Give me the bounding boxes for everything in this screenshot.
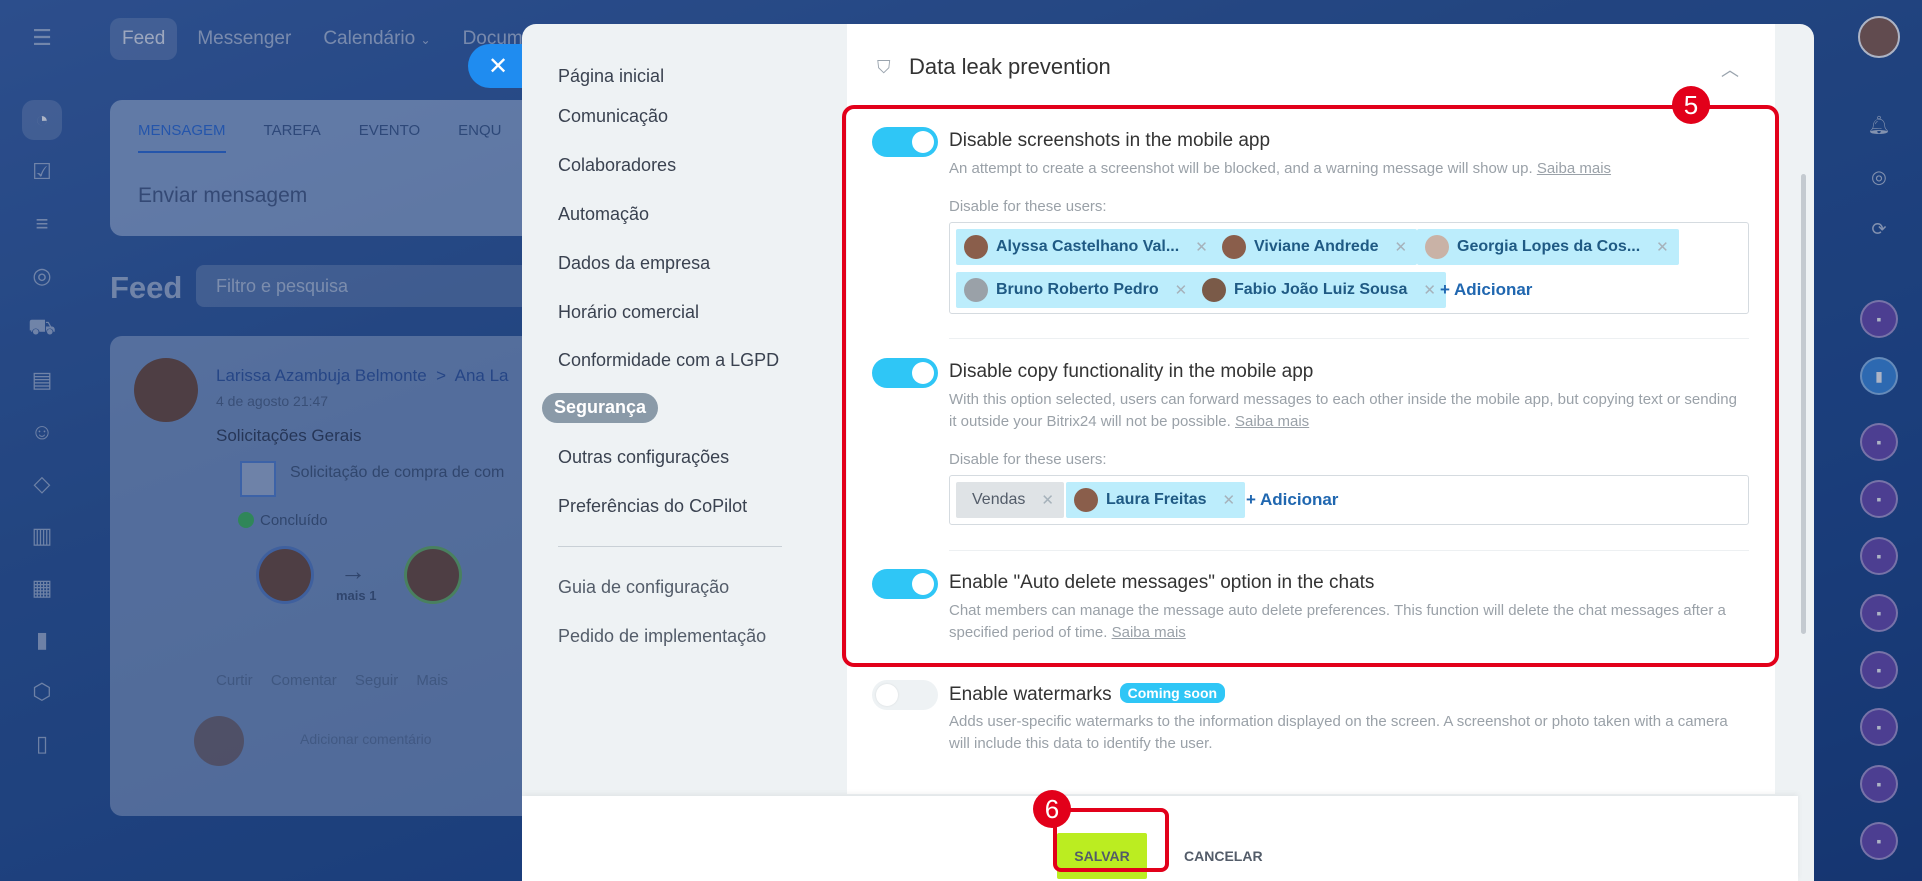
nav-other-settings[interactable]: Outras configurações bbox=[558, 447, 729, 468]
nav-lgpd[interactable]: Conformidade com a LGPD bbox=[558, 350, 779, 371]
nav-security[interactable]: Segurança bbox=[542, 393, 659, 423]
nav-company-data[interactable]: Dados da empresa bbox=[558, 253, 710, 274]
nav-communication[interactable]: Comunicação bbox=[558, 106, 668, 127]
option-description: Adds user-specific watermarks to the inf… bbox=[949, 713, 1728, 752]
nav-business-hours[interactable]: Horário comercial bbox=[558, 302, 699, 323]
close-slider-button[interactable]: ✕ bbox=[468, 44, 528, 88]
nav-implementation-request[interactable]: Pedido de implementação bbox=[558, 626, 766, 647]
step-badge: 6 bbox=[1033, 790, 1071, 828]
toggle-watermarks[interactable] bbox=[872, 680, 938, 710]
settings-navigation: Página inicial Comunicação Colaboradores… bbox=[522, 24, 822, 794]
shield-icon: ⛉ bbox=[877, 57, 891, 77]
chevron-up-icon[interactable]: ︿ bbox=[1721, 56, 1739, 82]
nav-copilot-preferences[interactable]: Preferências do CoPilot bbox=[558, 496, 747, 517]
scrollbar[interactable] bbox=[1801, 174, 1806, 634]
highlight-box bbox=[842, 105, 1779, 667]
nav-home[interactable]: Página inicial bbox=[558, 66, 664, 87]
section-header[interactable]: ⛉ Data leak prevention bbox=[877, 54, 1111, 80]
nav-automation[interactable]: Automação bbox=[558, 204, 649, 225]
highlight-box bbox=[1053, 808, 1169, 872]
cancel-button[interactable]: CANCELAR bbox=[1184, 833, 1263, 879]
close-icon: ✕ bbox=[488, 52, 509, 80]
nav-employees[interactable]: Colaboradores bbox=[558, 155, 676, 176]
step-badge: 5 bbox=[1672, 86, 1710, 124]
coming-soon-badge: Coming soon bbox=[1119, 683, 1226, 703]
divider bbox=[558, 546, 782, 547]
nav-setup-guide[interactable]: Guia de configuração bbox=[558, 577, 729, 598]
option-title: Enable watermarks Coming soon bbox=[949, 683, 1226, 706]
section-title: Data leak prevention bbox=[909, 54, 1111, 79]
